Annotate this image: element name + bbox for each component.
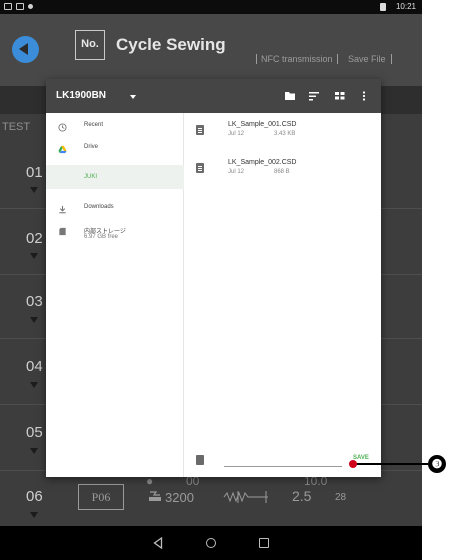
step-number: 05	[26, 424, 43, 441]
nav-item-label: Downloads	[84, 204, 114, 210]
file-size: 3.43 KB	[274, 131, 296, 137]
document-icon	[196, 455, 204, 465]
sd-card-icon	[59, 227, 66, 236]
expand-arrow-icon[interactable]	[30, 512, 38, 518]
nav-item-label: Drive	[84, 144, 99, 150]
callout-number: ❸	[428, 455, 446, 473]
callout-line	[355, 463, 428, 465]
file-name: LK_Sample_001.CSD	[228, 121, 297, 128]
download-icon	[59, 205, 66, 214]
save-file-button[interactable]: Save File	[345, 54, 392, 64]
program-label: TEST	[2, 121, 31, 133]
page-title: Cycle Sewing	[116, 35, 226, 54]
pattern-number: P06	[78, 484, 124, 510]
document-icon	[196, 125, 204, 135]
expand-arrow-icon[interactable]	[30, 317, 38, 323]
nav-item-internal-storage[interactable]: 内部ストレージ 6.97 GB free	[46, 221, 184, 251]
file-name: LK_Sample_002.CSD	[228, 159, 297, 166]
step-number: 03	[26, 293, 43, 310]
file-item[interactable]: LK_Sample_002.CSD Jul 12 868 B	[184, 153, 381, 189]
nav-item-juki[interactable]: JUKI	[46, 165, 184, 189]
speed-value: 3200	[165, 490, 194, 505]
step-number: 01	[26, 164, 43, 181]
tension-sub-value: 28	[335, 492, 347, 503]
filename-input[interactable]	[224, 453, 342, 467]
callout-marker	[349, 460, 357, 468]
tension-value: 2.5	[292, 488, 312, 504]
back-button[interactable]	[12, 36, 39, 63]
speed-icon	[149, 491, 161, 501]
notification-dot-icon	[28, 4, 33, 9]
step-number: 04	[26, 358, 43, 375]
chevron-down-icon[interactable]	[130, 95, 136, 99]
file-size: 868 B	[274, 169, 290, 175]
sort-icon[interactable]	[308, 90, 320, 102]
notification-icon	[16, 3, 24, 10]
home-nav-icon[interactable]	[206, 538, 216, 548]
nfc-transmission-button[interactable]: NFC transmission	[256, 54, 338, 64]
dialog-toolbar: LK1900BN	[46, 79, 381, 113]
storage-free-space: 6.97 GB free	[84, 234, 119, 240]
recent-apps-icon[interactable]	[259, 538, 269, 548]
app-header: No. Cycle Sewing NFC transmission Save F…	[0, 14, 422, 86]
file-list: LK_Sample_001.CSD Jul 12 3.43 KB LK_Samp…	[184, 113, 381, 477]
file-picker-dialog: LK1900BN Recent Drive JUKI Downloads 内部ス…	[46, 79, 381, 477]
tablet-screen: 10:21 No. Cycle Sewing NFC transmission …	[0, 0, 422, 560]
stitch-pattern-icon	[223, 491, 268, 503]
step-number: 02	[26, 230, 43, 247]
nav-item-label: JUKI	[84, 174, 98, 180]
file-date: Jul 12	[228, 169, 245, 175]
expand-arrow-icon[interactable]	[30, 253, 38, 259]
expand-arrow-icon[interactable]	[30, 448, 38, 454]
system-nav-bar	[0, 526, 422, 560]
clock-time: 10:21	[395, 2, 416, 11]
clock-icon	[58, 123, 67, 132]
file-date: Jul 12	[228, 131, 245, 137]
new-folder-icon[interactable]	[284, 90, 296, 102]
nav-item-recent[interactable]: Recent	[46, 117, 184, 141]
battery-icon	[380, 3, 386, 11]
nav-item-downloads[interactable]: Downloads	[46, 199, 184, 223]
file-item[interactable]: LK_Sample_001.CSD Jul 12 3.43 KB	[184, 115, 381, 151]
roots-drawer: Recent Drive JUKI Downloads 内部ストレージ 6.97…	[46, 113, 184, 477]
more-options-icon[interactable]	[358, 90, 370, 102]
drive-icon	[58, 145, 67, 154]
notification-icon	[4, 3, 12, 10]
step-number: 06	[26, 488, 43, 505]
grid-view-icon[interactable]	[334, 90, 346, 102]
nav-item-label: Recent	[84, 122, 104, 128]
status-bar: 10:21	[0, 0, 422, 14]
storage-title[interactable]: LK1900BN	[56, 90, 106, 101]
back-nav-icon[interactable]	[153, 537, 163, 549]
nav-item-drive[interactable]: Drive	[46, 139, 184, 163]
expand-arrow-icon[interactable]	[30, 187, 38, 193]
number-icon: No.	[75, 30, 105, 60]
expand-arrow-icon[interactable]	[30, 382, 38, 388]
document-icon	[196, 163, 204, 173]
